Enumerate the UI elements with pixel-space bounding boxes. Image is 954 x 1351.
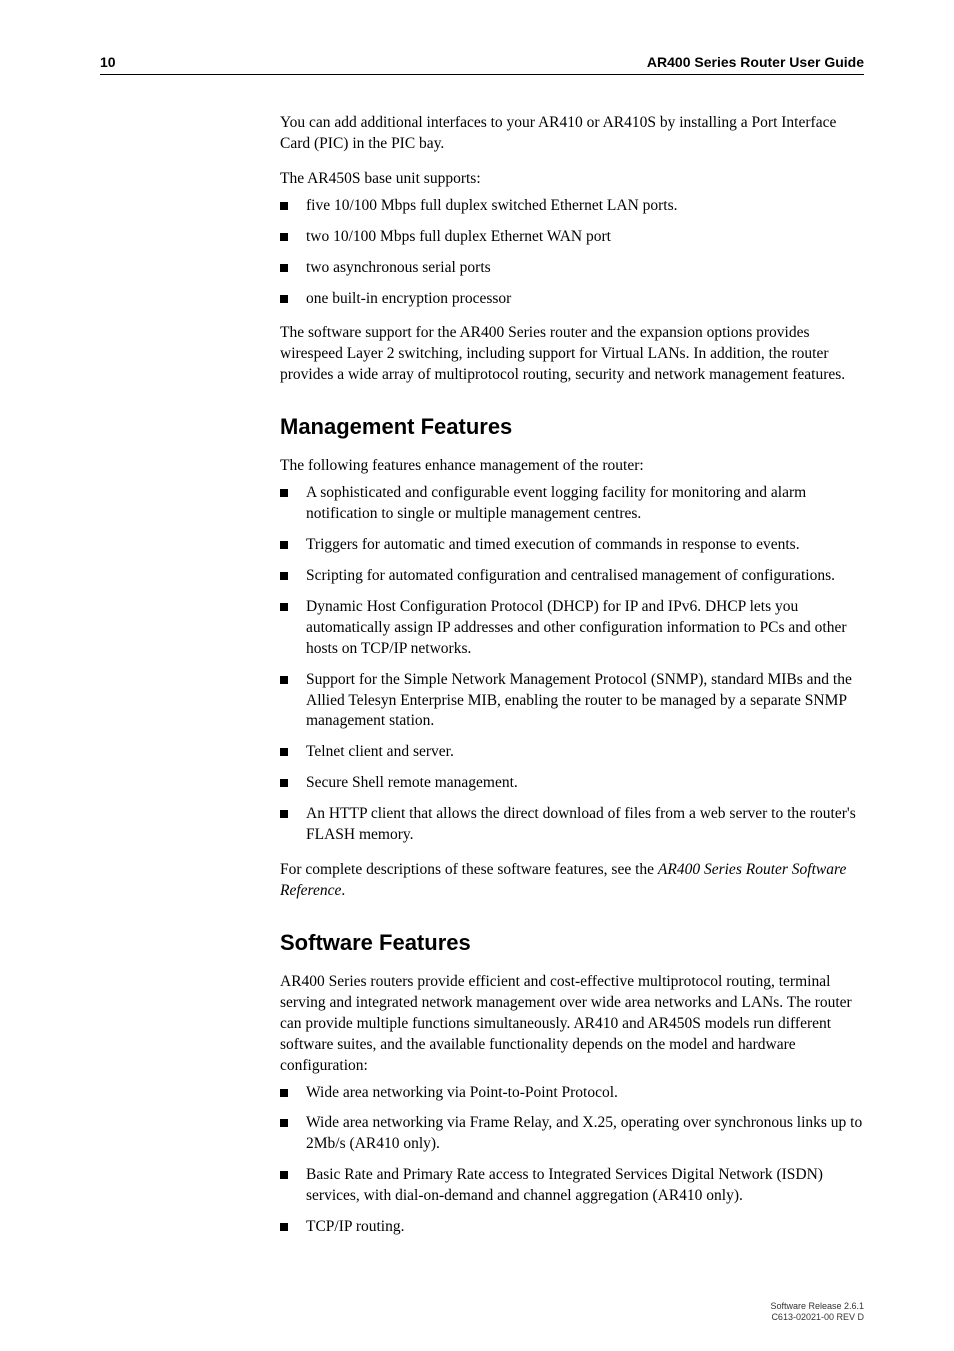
list-item: Dynamic Host Configuration Protocol (DHC… xyxy=(280,597,864,660)
software-features-heading: Software Features xyxy=(280,930,864,956)
management-bullet-list: A sophisticated and configurable event l… xyxy=(280,483,864,846)
page-header: 10 AR400 Series Router User Guide xyxy=(100,54,864,75)
intro-paragraph-2: The AR450S base unit supports: xyxy=(280,169,864,190)
intro-bullet-list: five 10/100 Mbps full duplex switched Et… xyxy=(280,196,864,310)
list-item: Secure Shell remote management. xyxy=(280,773,864,794)
list-item: Scripting for automated configuration an… xyxy=(280,566,864,587)
software-paragraph-1: AR400 Series routers provide efficient a… xyxy=(280,972,864,1077)
management-features-heading: Management Features xyxy=(280,414,864,440)
list-item: Basic Rate and Primary Rate access to In… xyxy=(280,1165,864,1207)
page-footer: Software Release 2.6.1 C613-02021-00 REV… xyxy=(770,1301,864,1324)
list-item: two asynchronous serial ports xyxy=(280,258,864,279)
list-item: five 10/100 Mbps full duplex switched Et… xyxy=(280,196,864,217)
list-item: A sophisticated and configurable event l… xyxy=(280,483,864,525)
list-item: Wide area networking via Frame Relay, an… xyxy=(280,1113,864,1155)
list-item: Support for the Simple Network Managemen… xyxy=(280,670,864,733)
management-paragraph-2: For complete descriptions of these softw… xyxy=(280,860,864,902)
intro-paragraph-1: You can add additional interfaces to you… xyxy=(280,113,864,155)
software-bullet-list: Wide area networking via Point-to-Point … xyxy=(280,1083,864,1239)
page-number: 10 xyxy=(100,54,116,70)
text-run: For complete descriptions of these softw… xyxy=(280,861,658,878)
list-item: Wide area networking via Point-to-Point … xyxy=(280,1083,864,1104)
intro-paragraph-3: The software support for the AR400 Serie… xyxy=(280,323,864,386)
page: 10 AR400 Series Router User Guide You ca… xyxy=(0,0,954,1351)
management-paragraph-1: The following features enhance managemen… xyxy=(280,456,864,477)
footer-release: Software Release 2.6.1 xyxy=(770,1301,864,1312)
list-item: TCP/IP routing. xyxy=(280,1217,864,1238)
list-item: two 10/100 Mbps full duplex Ethernet WAN… xyxy=(280,227,864,248)
header-title: AR400 Series Router User Guide xyxy=(647,54,864,70)
list-item: one built-in encryption processor xyxy=(280,289,864,310)
list-item: An HTTP client that allows the direct do… xyxy=(280,804,864,846)
list-item: Telnet client and server. xyxy=(280,742,864,763)
text-run: . xyxy=(341,882,345,899)
footer-docid: C613-02021-00 REV D xyxy=(770,1312,864,1323)
list-item: Triggers for automatic and timed executi… xyxy=(280,535,864,556)
content-column: You can add additional interfaces to you… xyxy=(280,113,864,1238)
